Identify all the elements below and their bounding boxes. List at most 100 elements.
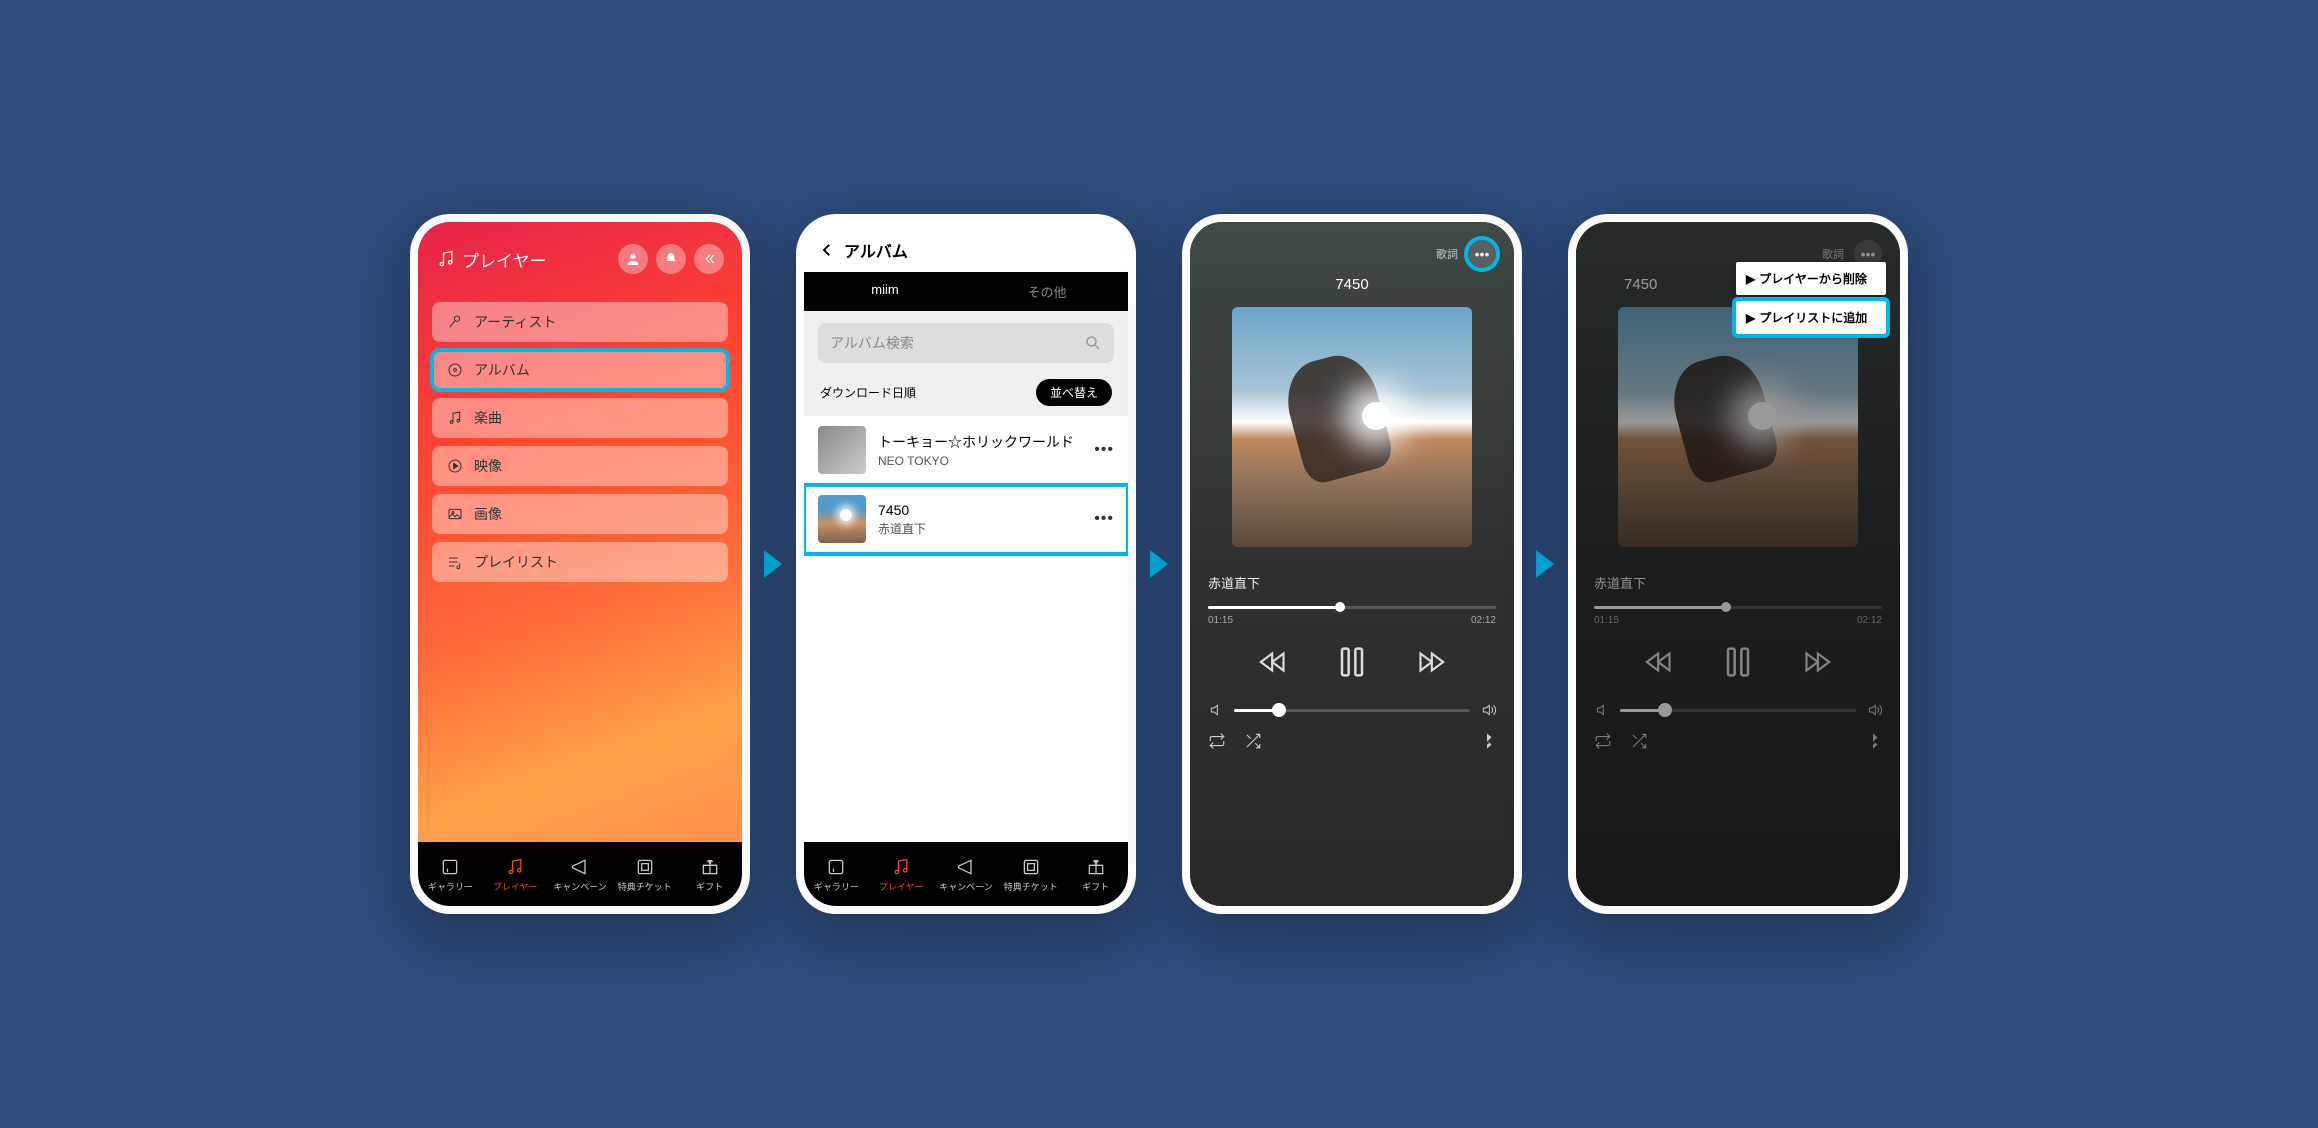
ticket-icon	[635, 856, 655, 878]
volume-slider[interactable]	[1620, 709, 1856, 712]
shuffle-icon[interactable]	[1630, 732, 1648, 750]
lyrics-button[interactable]: 歌詞	[1822, 246, 1844, 262]
artist-name: 赤道直下	[1208, 573, 1496, 592]
image-icon	[446, 506, 464, 522]
album-cover	[1232, 307, 1472, 547]
time-total: 02:12	[1471, 615, 1496, 626]
pause-button[interactable]	[1332, 642, 1372, 682]
ticket-icon	[1021, 856, 1041, 878]
play-icon: ▶	[1746, 311, 1755, 325]
menu-label: アルバム	[474, 360, 530, 380]
time-elapsed: 01:15	[1594, 615, 1619, 626]
volume-high-icon	[1866, 702, 1882, 718]
tab-miim[interactable]: miim	[804, 272, 966, 311]
chevron-left-icon	[818, 241, 836, 259]
volume-slider[interactable]	[1234, 709, 1470, 712]
playlist-icon	[446, 554, 464, 570]
phone-frame-2: アルバム miim その他 アルバム検索 ダウンロード日順 並べ替え トーキョー…	[796, 214, 1136, 914]
tab-campaign[interactable]: キャンペーン	[934, 842, 999, 906]
repeat-icon[interactable]	[1208, 732, 1226, 750]
time-elapsed: 01:15	[1208, 615, 1233, 626]
megaphone-icon	[956, 856, 976, 878]
bell-icon[interactable]	[656, 244, 686, 274]
album-thumbnail	[818, 426, 866, 474]
tab-ticket[interactable]: 特典チケット	[998, 842, 1063, 906]
more-icon[interactable]: •••	[1094, 441, 1114, 459]
sort-button[interactable]: 並べ替え	[1036, 379, 1112, 406]
gallery-icon	[826, 856, 846, 878]
search-icon	[1084, 334, 1102, 352]
gift-icon	[1086, 856, 1106, 878]
album-row[interactable]: 7450 赤道直下 •••	[804, 485, 1128, 554]
track-title: 7450	[1208, 276, 1496, 293]
pause-button[interactable]	[1718, 642, 1758, 682]
tab-player[interactable]: プレイヤー	[483, 842, 548, 906]
gift-icon	[700, 856, 720, 878]
album-artist: 赤道直下	[878, 520, 1082, 537]
menu-label: プレイリスト	[474, 552, 558, 572]
next-button[interactable]	[1798, 645, 1832, 679]
tab-other[interactable]: その他	[966, 272, 1128, 311]
menu-artist[interactable]: アーティスト	[432, 302, 728, 342]
tab-gift[interactable]: ギフト	[1063, 842, 1128, 906]
prev-button[interactable]	[1644, 645, 1678, 679]
bluetooth-icon[interactable]	[1864, 732, 1882, 750]
search-input[interactable]: アルバム検索	[818, 323, 1114, 363]
megaphone-icon	[570, 856, 590, 878]
profile-icon[interactable]	[618, 244, 648, 274]
more-icon[interactable]: •••	[1094, 510, 1114, 528]
lyrics-button[interactable]: 歌詞	[1436, 246, 1458, 262]
tab-campaign[interactable]: キャンペーン	[548, 842, 613, 906]
menu-label: アーティスト	[474, 312, 556, 332]
menu-playlist[interactable]: プレイリスト	[432, 542, 728, 582]
progress-bar[interactable]	[1594, 606, 1882, 609]
menu-song[interactable]: 楽曲	[432, 398, 728, 438]
flow-arrow-icon	[764, 550, 782, 578]
volume-high-icon	[1480, 702, 1496, 718]
chevron-left-icon[interactable]	[694, 244, 724, 274]
phone-frame-4: 歌詞 ••• 7450 赤道直下 01:15 02:12	[1568, 214, 1908, 914]
next-button[interactable]	[1412, 645, 1446, 679]
tab-player[interactable]: プレイヤー	[869, 842, 934, 906]
sort-label: ダウンロード日順	[820, 384, 916, 401]
music-icon	[505, 856, 525, 878]
menu-remove-from-player[interactable]: ▶ プレイヤーから削除	[1736, 262, 1886, 295]
prev-button[interactable]	[1258, 645, 1292, 679]
volume-low-icon	[1208, 702, 1224, 718]
album-row[interactable]: トーキョー☆ホリックワールド NEO TOKYO •••	[804, 416, 1128, 485]
music-icon	[891, 856, 911, 878]
volume-low-icon	[1594, 702, 1610, 718]
album-title: 7450	[878, 502, 1082, 518]
tab-gallery[interactable]: ギャラリー	[804, 842, 869, 906]
album-thumbnail	[818, 495, 866, 543]
menu-album[interactable]: アルバム	[432, 350, 728, 390]
tab-bar: ギャラリー プレイヤー キャンペーン 特典チケット ギフト	[804, 842, 1128, 906]
menu-add-to-playlist[interactable]: ▶ プレイリストに追加	[1736, 301, 1886, 334]
gallery-icon	[440, 856, 460, 878]
disc-icon	[446, 362, 464, 378]
time-total: 02:12	[1857, 615, 1882, 626]
tab-gift[interactable]: ギフト	[677, 842, 742, 906]
repeat-icon[interactable]	[1594, 732, 1612, 750]
flow-arrow-icon	[1536, 550, 1554, 578]
context-menu: ▶ プレイヤーから削除 ▶ プレイリストに追加	[1736, 262, 1886, 334]
artist-name: 赤道直下	[1594, 573, 1882, 592]
now-playing-screen: 歌詞 ••• 7450 赤道直下 01:15 02:12	[1190, 222, 1514, 906]
menu-label: 映像	[474, 456, 502, 476]
music-note-icon	[436, 249, 456, 269]
screen-title: プレイヤー	[436, 247, 547, 272]
header-back[interactable]: アルバム	[804, 222, 1128, 272]
progress-bar[interactable]	[1208, 606, 1496, 609]
tab-ticket[interactable]: 特典チケット	[612, 842, 677, 906]
play-circle-icon	[446, 458, 464, 474]
menu-image[interactable]: 画像	[432, 494, 728, 534]
bluetooth-icon[interactable]	[1478, 732, 1496, 750]
search-placeholder: アルバム検索	[830, 333, 914, 353]
album-cover	[1618, 307, 1858, 547]
tab-gallery[interactable]: ギャラリー	[418, 842, 483, 906]
more-button[interactable]: •••	[1468, 240, 1496, 268]
player-menu-screen: プレイヤー アーティスト アルバム 楽曲 映像	[418, 222, 742, 906]
menu-label: 楽曲	[474, 408, 502, 428]
menu-video[interactable]: 映像	[432, 446, 728, 486]
shuffle-icon[interactable]	[1244, 732, 1262, 750]
